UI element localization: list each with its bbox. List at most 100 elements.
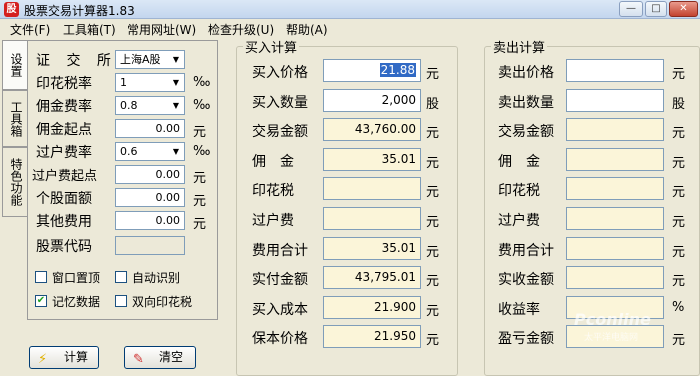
transfer-fee-label: 过户费率 bbox=[36, 145, 92, 161]
checkbox-remember-data[interactable]: ✔ bbox=[35, 295, 47, 307]
buy-row-field[interactable]: 43,795.01 bbox=[323, 266, 421, 289]
sell-row-field[interactable] bbox=[566, 89, 664, 112]
buy-row-field[interactable] bbox=[323, 177, 421, 200]
stamp-tax-unit: ‰ bbox=[193, 75, 211, 90]
buy-row-label: 印花税 bbox=[252, 183, 294, 199]
stamp-tax-value: 1 bbox=[120, 76, 127, 89]
sell-row-field[interactable] bbox=[566, 207, 664, 230]
exchange-label: 证 交 所 bbox=[36, 53, 117, 69]
buy-row-unit: 元 bbox=[426, 215, 440, 230]
commission-select[interactable]: 0.8 ▼ bbox=[115, 96, 185, 115]
other-fee-label: 其他费用 bbox=[36, 214, 92, 230]
sell-row-label: 过户费 bbox=[498, 213, 540, 229]
sell-row-label: 印花税 bbox=[498, 183, 540, 199]
checkbox-two-way-stamp[interactable] bbox=[115, 295, 127, 307]
stamp-tax-select[interactable]: 1 ▼ bbox=[115, 73, 185, 92]
chevron-down-icon: ▼ bbox=[172, 147, 180, 156]
buy-row-field[interactable]: 43,760.00 bbox=[323, 118, 421, 141]
menu-upgrade[interactable]: 检查升级(U) bbox=[208, 21, 274, 38]
menu-bar: 文件(F) 工具箱(T) 常用网址(W) 检查升级(U) 帮助(A) bbox=[0, 19, 700, 37]
app-icon: 股 bbox=[4, 2, 19, 17]
sell-row-unit: 元 bbox=[672, 215, 686, 230]
buy-row-label: 买入成本 bbox=[252, 302, 308, 318]
commission-unit: ‰ bbox=[193, 98, 211, 113]
checkbox-auto-detect[interactable] bbox=[115, 271, 127, 283]
transfer-min-input[interactable]: 0.00 bbox=[115, 165, 185, 184]
sell-row-label: 实收金额 bbox=[498, 272, 554, 288]
sell-row-unit: 元 bbox=[672, 67, 686, 82]
tab-toolbox[interactable]: 工具箱 bbox=[2, 90, 28, 147]
commission-label: 佣金费率 bbox=[36, 99, 92, 115]
checkbox-always-on-top[interactable] bbox=[35, 271, 47, 283]
buy-row-label: 佣 金 bbox=[252, 154, 294, 170]
sell-row-field[interactable] bbox=[566, 177, 664, 200]
sell-row-label: 交易金额 bbox=[498, 124, 554, 140]
clear-button[interactable]: ✎ 清空 bbox=[124, 346, 196, 369]
buy-row-unit: 元 bbox=[426, 185, 440, 200]
buy-row-label: 买入数量 bbox=[252, 95, 308, 111]
minimize-button[interactable]: — bbox=[619, 1, 643, 17]
sell-row-unit: 元 bbox=[672, 156, 686, 171]
tab-features[interactable]: 特色功能 bbox=[2, 147, 28, 217]
menu-file[interactable]: 文件(F) bbox=[10, 21, 50, 38]
buy-row-field[interactable]: 35.01 bbox=[323, 237, 421, 260]
buy-row-label: 实付金额 bbox=[252, 272, 308, 288]
title-bar: 股 股票交易计算器1.83 — □ ✕ bbox=[0, 0, 700, 19]
commission-min-input[interactable]: 0.00 bbox=[115, 119, 185, 138]
sell-group-title: 卖出计算 bbox=[491, 37, 548, 56]
sell-row-field[interactable] bbox=[566, 266, 664, 289]
sell-row-field[interactable] bbox=[566, 59, 664, 82]
sell-row-unit: % bbox=[672, 300, 685, 315]
window-title: 股票交易计算器1.83 bbox=[24, 4, 135, 18]
tab-settings[interactable]: 设置 bbox=[2, 40, 28, 90]
sell-row-unit: 元 bbox=[672, 274, 686, 289]
check-icon: ✔ bbox=[36, 295, 46, 306]
maximize-button[interactable]: □ bbox=[645, 1, 667, 17]
buy-row-field[interactable]: 35.01 bbox=[323, 148, 421, 171]
menu-toolbox[interactable]: 工具箱(T) bbox=[63, 21, 116, 38]
sell-row-label: 佣 金 bbox=[498, 154, 540, 170]
watermark-logo: Pconline bbox=[574, 310, 651, 329]
sell-row-unit: 股 bbox=[672, 97, 686, 112]
stamp-tax-label: 印花税率 bbox=[36, 76, 92, 92]
menu-help[interactable]: 帮助(A) bbox=[286, 21, 328, 38]
buy-row-field[interactable] bbox=[323, 207, 421, 230]
buy-row-unit: 元 bbox=[426, 245, 440, 260]
buy-row-field[interactable]: 2,000 bbox=[323, 89, 421, 112]
clear-label: 清空 bbox=[159, 350, 184, 364]
commission-value: 0.8 bbox=[120, 99, 138, 112]
sell-row-field[interactable] bbox=[566, 118, 664, 141]
commission-min-label: 佣金起点 bbox=[36, 122, 92, 138]
sell-row-label: 费用合计 bbox=[498, 243, 554, 259]
lightning-icon: ⚡ bbox=[38, 352, 48, 367]
watermark-sub: 太平洋电脑网 bbox=[584, 333, 639, 343]
sell-row-unit: 元 bbox=[672, 126, 686, 141]
checkbox-label-auto-detect: 自动识别 bbox=[132, 271, 181, 285]
buy-row-unit: 股 bbox=[426, 97, 440, 112]
sell-row-field[interactable] bbox=[566, 148, 664, 171]
buy-row-label: 费用合计 bbox=[252, 243, 308, 259]
transfer-fee-select[interactable]: 0.6 ▼ bbox=[115, 142, 185, 161]
buy-row-field[interactable]: 21.900 bbox=[323, 296, 421, 319]
chevron-down-icon: ▼ bbox=[172, 55, 180, 64]
chevron-down-icon: ▼ bbox=[172, 78, 180, 87]
commission-min-unit: 元 bbox=[193, 125, 207, 140]
exchange-select[interactable]: 上海A股 ▼ bbox=[115, 50, 185, 69]
close-button[interactable]: ✕ bbox=[669, 1, 698, 17]
stock-code-input[interactable] bbox=[115, 236, 185, 255]
sell-row-field[interactable] bbox=[566, 237, 664, 260]
buy-row-label: 保本价格 bbox=[252, 331, 308, 347]
other-fee-input[interactable]: 0.00 bbox=[115, 211, 185, 230]
buy-row-field[interactable]: 21.88 bbox=[323, 59, 421, 82]
checkbox-label-remember-data: 记忆数据 bbox=[52, 295, 101, 309]
par-value-input[interactable]: 0.00 bbox=[115, 188, 185, 207]
eraser-icon: ✎ bbox=[133, 352, 144, 367]
calculate-label: 计算 bbox=[64, 350, 89, 364]
stock-code-label: 股票代码 bbox=[36, 239, 92, 255]
checkbox-label-two-way-stamp: 双向印花税 bbox=[132, 295, 193, 309]
selected-text: 21.88 bbox=[379, 63, 416, 77]
buy-row-field[interactable]: 21.950 bbox=[323, 325, 421, 348]
calculate-button[interactable]: ⚡ 计算 bbox=[29, 346, 99, 369]
other-fee-unit: 元 bbox=[193, 217, 207, 232]
menu-websites[interactable]: 常用网址(W) bbox=[127, 21, 196, 38]
